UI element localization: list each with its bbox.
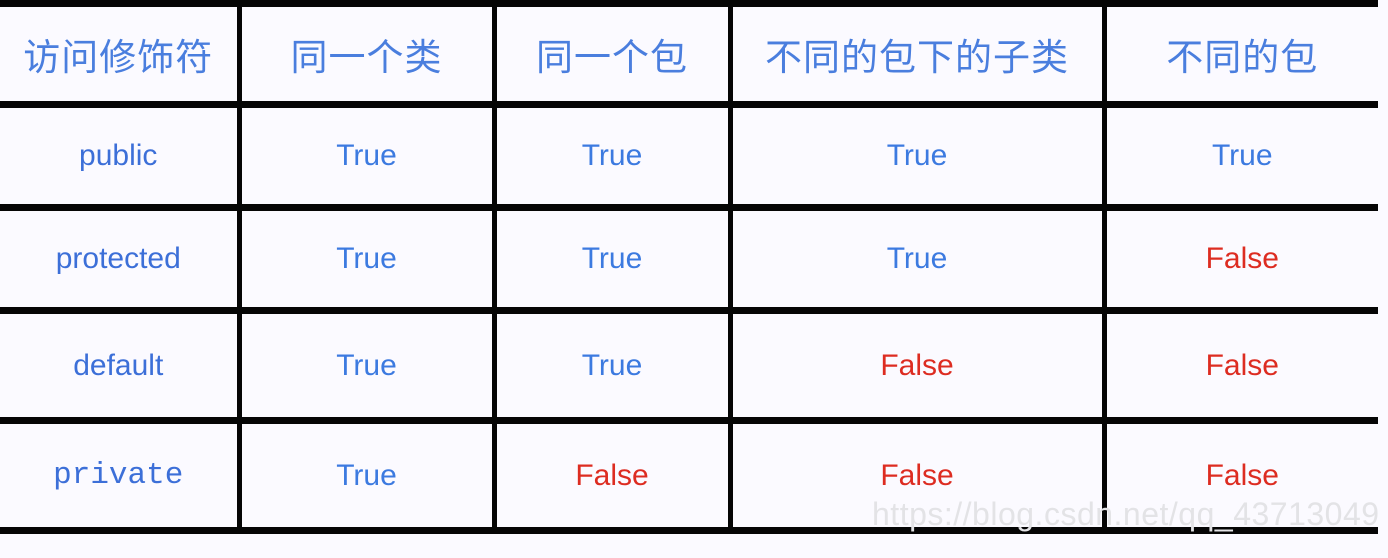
cell-private-subclass-other-package: False	[727, 420, 1104, 531]
cell-protected-same-class: True	[236, 207, 494, 311]
table-row: protected True True True False	[0, 207, 1378, 311]
table-header: 访问修饰符 同一个类 同一个包 不同的包下的子类 不同的包	[0, 3, 1378, 105]
table-row: private True False False False	[0, 420, 1378, 531]
cell-default-subclass-other-package: False	[727, 310, 1104, 421]
table-body: public True True True True protected Tru…	[0, 104, 1378, 531]
table-row: public True True True True	[0, 104, 1378, 208]
cell-default-same-package: True	[491, 310, 730, 421]
cell-default-other-package: False	[1101, 310, 1378, 421]
column-header-subclass-other-package: 不同的包下的子类	[727, 3, 1104, 105]
column-header-other-package: 不同的包	[1101, 3, 1378, 105]
table-header-row: 访问修饰符 同一个类 同一个包 不同的包下的子类 不同的包	[0, 3, 1378, 105]
column-header-same-package: 同一个包	[491, 3, 730, 105]
cell-default-same-class: True	[236, 310, 494, 421]
access-modifier-table-page: 访问修饰符 同一个类 同一个包 不同的包下的子类 不同的包 public Tru…	[0, 0, 1388, 558]
cell-protected-same-package: True	[491, 207, 730, 311]
cell-private-same-package: False	[491, 420, 730, 531]
cell-private-other-package: False	[1101, 420, 1378, 531]
cell-modifier-public: public	[0, 104, 239, 208]
cell-public-other-package: True	[1101, 104, 1378, 208]
cell-modifier-protected: protected	[0, 207, 239, 311]
cell-public-same-class: True	[236, 104, 494, 208]
column-header-modifier: 访问修饰符	[0, 3, 239, 105]
cell-private-same-class: True	[236, 420, 494, 531]
cell-modifier-private: private	[0, 420, 239, 531]
cell-public-subclass-other-package: True	[727, 104, 1104, 208]
cell-protected-subclass-other-package: True	[727, 207, 1104, 311]
cell-public-same-package: True	[491, 104, 730, 208]
cell-modifier-default: default	[0, 310, 239, 421]
column-header-same-class: 同一个类	[236, 3, 494, 105]
cell-protected-other-package: False	[1101, 207, 1378, 311]
access-modifier-table: 访问修饰符 同一个类 同一个包 不同的包下的子类 不同的包 public Tru…	[0, 0, 1378, 534]
table-row: default True True False False	[0, 310, 1378, 421]
